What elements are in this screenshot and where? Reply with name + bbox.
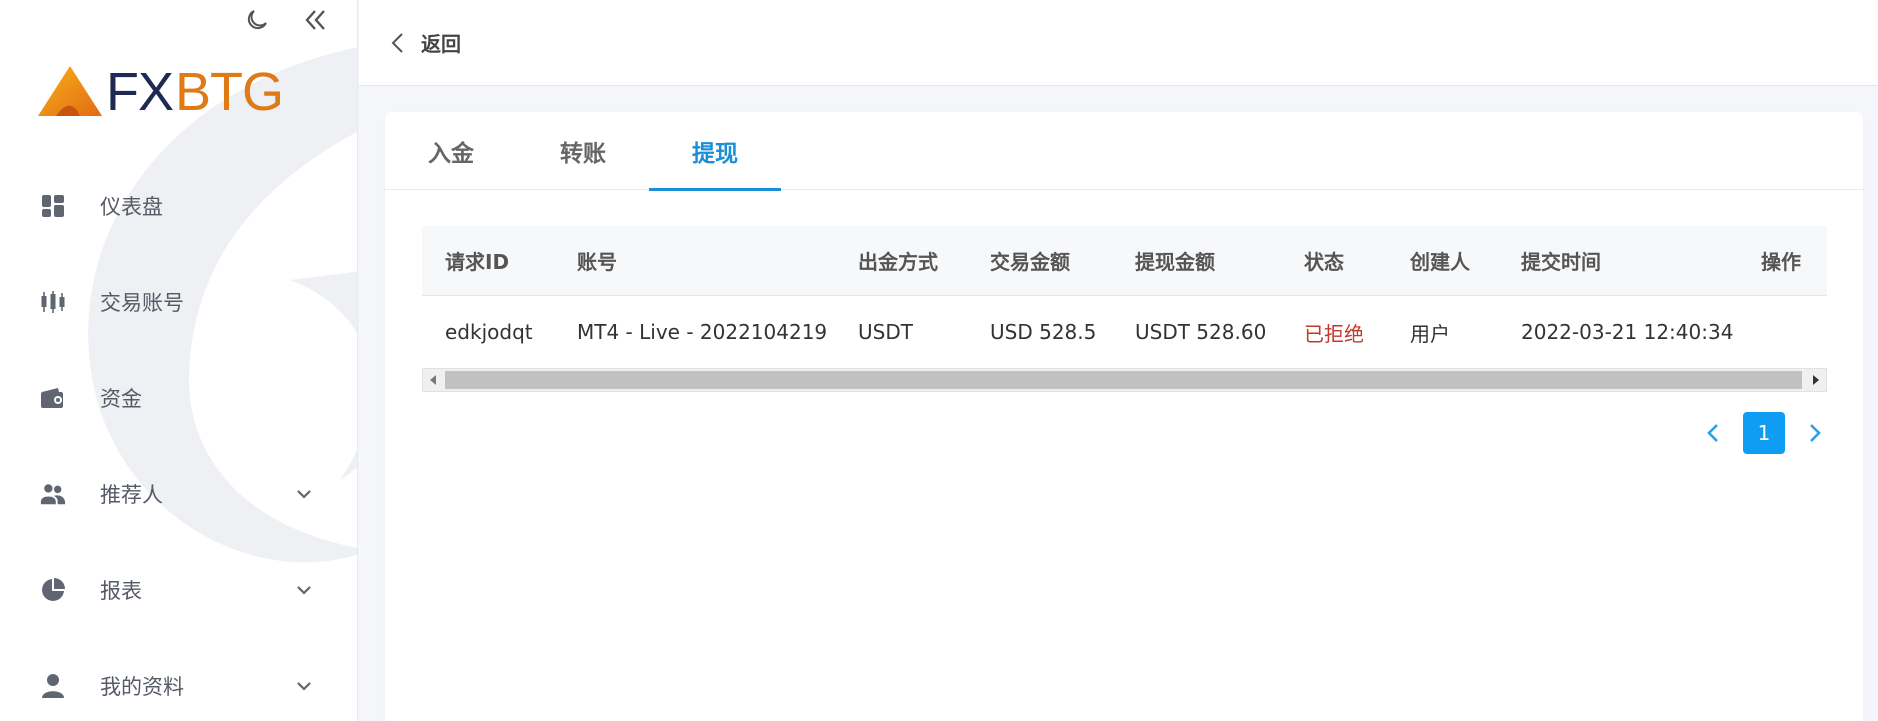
tab-withdraw[interactable]: 提现 — [649, 112, 781, 191]
sidebar-item-my-profile[interactable]: 我的资料 — [0, 638, 357, 721]
column-header-request-id[interactable]: 请求ID — [445, 246, 509, 275]
pagination: 1 — [1701, 412, 1827, 454]
logo-triangle-icon — [38, 66, 102, 116]
table-header: 请求ID 账号 出金方式 交易金额 提现金额 状态 创建人 提交时间 操作 — [422, 226, 1827, 296]
scroll-left-arrow-icon[interactable] — [423, 369, 443, 391]
dashboard-icon — [40, 193, 66, 219]
cell-withdraw-method: USDT — [858, 320, 913, 344]
table-row[interactable]: edkjodqt MT4 - Live - 2022104219 USDT US… — [422, 296, 1827, 368]
cell-submit-time: 2022-03-21 12:40:34 — [1521, 320, 1734, 344]
cell-withdraw-amount: USDT 528.60 — [1135, 320, 1267, 344]
sidebar-item-label: 交易账号 — [100, 291, 184, 315]
column-header-actions[interactable]: 操作 — [1761, 246, 1801, 275]
column-header-creator[interactable]: 创建人 — [1410, 246, 1470, 275]
cell-status-badge: 已拒绝 — [1304, 321, 1364, 346]
sidebar-item-label: 资金 — [100, 387, 142, 411]
brand-logo[interactable]: FX BTG — [36, 62, 284, 122]
column-header-withdraw-method[interactable]: 出金方式 — [858, 246, 938, 275]
collapse-sidebar-icon[interactable] — [301, 6, 329, 34]
cell-trade-amount: USD 528.5 — [990, 320, 1097, 344]
prev-page-chevron-left-icon[interactable] — [1701, 421, 1725, 445]
withdrawal-table: 请求ID 账号 出金方式 交易金额 提现金额 状态 创建人 提交时间 操作 ed… — [422, 226, 1827, 392]
withdrawal-card: 入金 转账 提现 请求ID 账号 出金方式 交易金额 提现金额 状态 创建人 提… — [385, 112, 1863, 721]
logo-text-btg: BTG — [175, 62, 284, 122]
column-header-trade-amount[interactable]: 交易金额 — [990, 246, 1070, 275]
sidebar-item-trading-accounts[interactable]: 交易账号 — [0, 254, 357, 350]
sidebar: FX BTG 仪表盘 交易账号 资金 推荐人 报表 我的资料 — [0, 0, 358, 721]
funds-tabs: 入金 转账 提现 — [385, 112, 1863, 191]
horizontal-scrollbar[interactable] — [422, 368, 1827, 392]
back-button[interactable]: 返回 — [389, 28, 461, 57]
tab-deposit[interactable]: 入金 — [385, 112, 517, 190]
column-header-withdraw-amount[interactable]: 提现金额 — [1135, 246, 1215, 275]
chevron-down-icon[interactable] — [294, 484, 314, 504]
scrollbar-thumb[interactable] — [445, 371, 1802, 389]
cell-creator: 用户 — [1410, 321, 1450, 346]
tab-transfer[interactable]: 转账 — [517, 112, 649, 190]
sidebar-item-label: 仪表盘 — [100, 195, 163, 219]
pie-chart-icon — [40, 577, 66, 603]
dark-mode-moon-icon[interactable] — [243, 6, 271, 34]
cell-request-id: edkjodqt — [445, 320, 533, 344]
page-number-button[interactable]: 1 — [1743, 412, 1785, 454]
wallet-icon — [40, 385, 66, 411]
chevron-down-icon[interactable] — [294, 676, 314, 696]
user-icon — [40, 673, 66, 699]
sidebar-item-referrers[interactable]: 推荐人 — [0, 446, 357, 542]
column-header-status[interactable]: 状态 — [1304, 246, 1344, 275]
candlestick-icon — [40, 289, 66, 315]
top-header: 返回 — [359, 0, 1878, 86]
sidebar-item-funds[interactable]: 资金 — [0, 350, 357, 446]
sidebar-item-reports[interactable]: 报表 — [0, 542, 357, 638]
sidebar-item-dashboard[interactable]: 仪表盘 — [0, 158, 357, 254]
logo-text-fx: FX — [106, 62, 174, 122]
back-label: 返回 — [421, 32, 461, 56]
cell-account: MT4 - Live - 2022104219 — [577, 320, 828, 344]
chevron-left-icon — [391, 32, 403, 53]
sidebar-item-label: 推荐人 — [100, 483, 163, 507]
column-header-submit-time[interactable]: 提交时间 — [1521, 246, 1601, 275]
users-icon — [40, 481, 66, 507]
scroll-right-arrow-icon[interactable] — [1806, 369, 1826, 391]
chevron-down-icon[interactable] — [294, 580, 314, 600]
sidebar-item-label: 报表 — [100, 579, 142, 603]
column-header-account[interactable]: 账号 — [577, 246, 617, 275]
sidebar-item-label: 我的资料 — [100, 675, 184, 699]
next-page-chevron-right-icon[interactable] — [1803, 421, 1827, 445]
sidebar-nav: 仪表盘 交易账号 资金 推荐人 报表 我的资料 — [0, 158, 357, 721]
